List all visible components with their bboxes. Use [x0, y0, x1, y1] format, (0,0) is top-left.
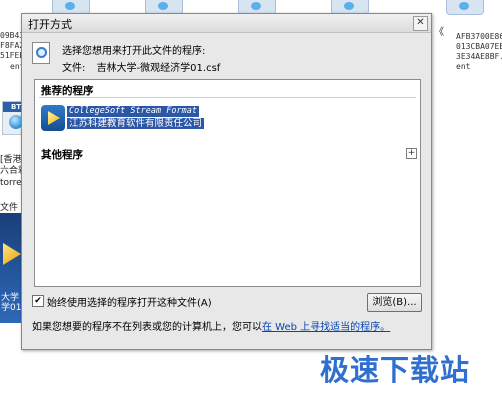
selected-file-name: 大学 学01	[1, 293, 22, 313]
group-divider	[39, 97, 416, 98]
collegesoft-app-icon	[41, 105, 65, 131]
expand-icon[interactable]: +	[406, 148, 417, 159]
file-name-fragment: torre	[0, 178, 22, 188]
always-use-checkbox[interactable]: ✔	[32, 295, 44, 307]
site-watermark: 极速下载站	[320, 353, 471, 387]
file-icon[interactable]	[446, 0, 484, 15]
file-name-fragment: AFB3700E865 013CBA07EBA 3E34AE8BF.ent en…	[456, 32, 502, 71]
file-label: 文件:	[62, 63, 86, 74]
dialog-prompt: 选择您想用来打开此文件的程序:	[62, 46, 206, 57]
recommended-programs-header: 推荐的程序	[41, 85, 94, 97]
dialog-titlebar[interactable]: 打开方式 ✕	[22, 14, 431, 33]
close-button[interactable]: ✕	[413, 16, 428, 31]
always-use-label[interactable]: 始终使用选择的程序打开这种文件(A)	[47, 294, 212, 309]
browse-button[interactable]: 浏览(B)...	[367, 293, 422, 312]
program-company: 江苏科建教育软件有限责任公司	[67, 118, 205, 129]
program-name: CollegeSoft Stream Format	[67, 106, 199, 117]
other-programs-header[interactable]: 其他程序	[41, 147, 83, 162]
hint-text: 如果您想要的程序不在列表或您的计算机上，您可以在 Web 上寻找适当的程序。	[32, 318, 390, 333]
file-name-fragment: [香港	[0, 155, 22, 165]
search-file-icon	[32, 42, 50, 64]
web-search-link[interactable]: 在 Web 上寻找适当的程序。	[262, 322, 390, 333]
hint-prefix: 如果您想要的程序不在列表或您的计算机上，您可以	[32, 322, 262, 333]
program-item-collegesoft[interactable]: CollegeSoft Stream Format 江苏科建教育软件有限责任公司	[39, 104, 259, 134]
open-with-dialog: 打开方式 ✕ 选择您想用来打开此文件的程序: 文件: 吉林大学-微观经济学01.…	[21, 13, 432, 350]
dialog-title: 打开方式	[28, 18, 72, 31]
quote-glyph: 《	[434, 27, 444, 38]
program-list[interactable]: 推荐的程序 CollegeSoft Stream Format 江苏科建教育软件…	[34, 79, 421, 287]
dialog-header: 选择您想用来打开此文件的程序: 文件: 吉林大学-微观经济学01.csf	[22, 33, 431, 78]
play-icon	[3, 243, 21, 265]
file-info: 文件: 吉林大学-微观经济学01.csf	[62, 59, 220, 74]
file-name: 吉林大学-微观经济学01.csf	[96, 63, 221, 74]
